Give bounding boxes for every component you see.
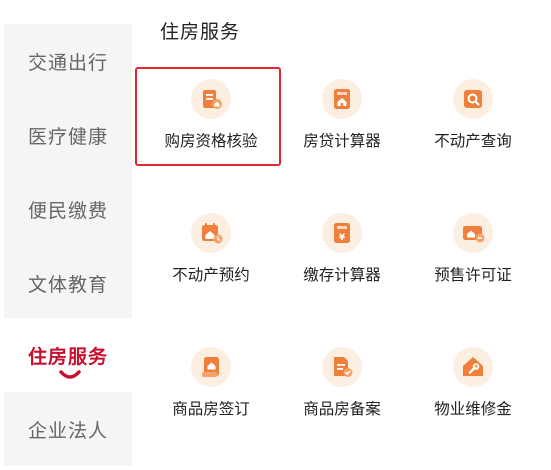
- sidebar-item-enterprise[interactable]: 企业法人: [4, 392, 132, 466]
- tile-property-query[interactable]: 不动产查询: [404, 79, 542, 163]
- tile-label: 不动产预约: [172, 266, 250, 284]
- sidebar-item-label: 便民缴费: [27, 199, 108, 222]
- tile-property-appointment[interactable]: 不动产预约: [142, 213, 280, 297]
- search-icon: [453, 79, 493, 119]
- tile-commercial-housing-signing[interactable]: 商品房签订: [142, 347, 280, 431]
- tile-commercial-housing-record[interactable]: 商品房备案: [273, 347, 411, 431]
- tile-maintenance-fund[interactable]: 物业维修金: [404, 347, 542, 431]
- sidebar-item-payment[interactable]: 便民缴费: [4, 172, 132, 246]
- section-title: 住房服务: [160, 21, 241, 43]
- calendar-house-icon: [191, 213, 231, 253]
- wrench-house-icon: [453, 347, 493, 387]
- sidebar-item-label: 文体教育: [27, 273, 108, 296]
- sidebar-item-medical[interactable]: 医疗健康: [4, 98, 132, 172]
- sidebar-item-transport[interactable]: 交通出行: [4, 24, 132, 98]
- tile-presale-permit[interactable]: 预售许可证: [404, 213, 542, 297]
- tile-purchase-qualification[interactable]: 购房资格核验: [142, 79, 280, 163]
- tile-label: 不动产查询: [434, 132, 512, 150]
- svg-text:¥: ¥: [339, 233, 346, 243]
- document-house-icon: [191, 79, 231, 119]
- sidebar-item-label: 企业法人: [27, 419, 108, 442]
- tile-label: 预售许可证: [434, 266, 512, 284]
- sidebar-item-label: 住房服务: [27, 345, 108, 368]
- yuan-calculator-icon: ¥: [322, 213, 362, 253]
- tile-label: 房贷计算器: [303, 132, 381, 150]
- tile-label: 商品房签订: [172, 400, 250, 418]
- sidebar-item-label: 交通出行: [27, 51, 108, 74]
- sidebar-item-label: 医疗健康: [27, 125, 108, 148]
- tile-label: 购房资格核验: [164, 132, 258, 150]
- tile-label: 物业维修金: [434, 400, 512, 418]
- tile-label: 缴存计算器: [303, 266, 381, 284]
- tile-deposit-calculator[interactable]: ¥ 缴存计算器: [273, 213, 411, 297]
- sidebar-item-housing[interactable]: 住房服务: [4, 318, 132, 392]
- sidebar-item-education[interactable]: 文体教育: [4, 246, 132, 320]
- tile-label: 商品房备案: [303, 400, 381, 418]
- house-calculator-icon: [322, 79, 362, 119]
- active-indicator: [59, 370, 81, 379]
- house-card-icon: [453, 213, 493, 253]
- category-sidebar: 交通出行 医疗健康 便民缴费 文体教育 住房服务 企业法人: [0, 0, 132, 470]
- file-record-icon: [322, 347, 362, 387]
- contract-house-icon: [191, 347, 231, 387]
- tile-mortgage-calculator[interactable]: 房贷计算器: [273, 79, 411, 163]
